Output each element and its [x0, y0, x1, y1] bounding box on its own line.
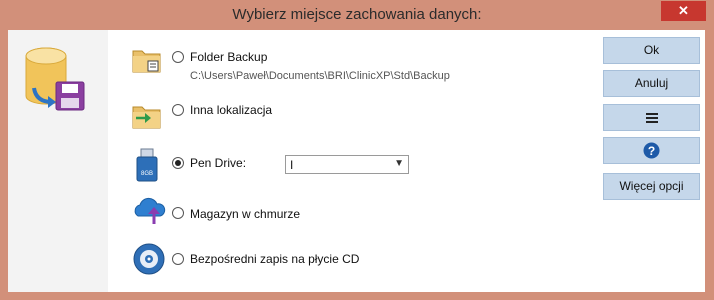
- svg-text:?: ?: [648, 144, 655, 158]
- menu-icon: [645, 112, 658, 123]
- more-options-button-label: Więcej opcji: [619, 179, 684, 193]
- help-icon: ?: [643, 142, 660, 159]
- ok-button-label: Ok: [643, 43, 660, 57]
- option-label-cd: Bezpośredni zapis na płycie CD: [190, 252, 360, 266]
- backup-path: C:\Users\Paweł\Documents\BRI\ClinicXP\St…: [190, 70, 450, 82]
- radio-inna-lokalizacja[interactable]: [172, 104, 184, 116]
- dialog-title: Wybierz miejsce zachowania danych:: [232, 6, 482, 23]
- title-bar: Wybierz miejsce zachowania danych: ✕: [0, 0, 714, 30]
- pen-drive-select-value: I: [290, 158, 294, 172]
- radio-magazyn[interactable]: [172, 207, 184, 219]
- cloud-upload-icon: [134, 197, 166, 224]
- chevron-down-icon: ▼: [394, 158, 404, 169]
- option-label-magazyn: Magazyn w chmurze: [190, 207, 301, 221]
- pen-drive-select[interactable]: I ▼: [285, 155, 409, 174]
- cd-icon: [133, 243, 165, 275]
- option-label-folder-backup: Folder Backup: [190, 50, 268, 64]
- help-button[interactable]: ?: [603, 137, 700, 164]
- dialog-window: Wybierz miejsce zachowania danych: ✕ Fol: [0, 0, 714, 300]
- close-icon: ✕: [678, 3, 689, 18]
- usb-drive-icon: 8GB: [136, 148, 158, 182]
- dialog-body: Folder Backup C:\Users\Paweł\Documents\B…: [8, 30, 705, 292]
- radio-pen-drive[interactable]: [172, 157, 184, 169]
- cancel-button-label: Anuluj: [634, 76, 669, 90]
- cancel-button[interactable]: Anuluj: [603, 70, 700, 97]
- radio-folder-backup[interactable]: [172, 51, 184, 63]
- folder-arrow-icon: [132, 106, 161, 129]
- menu-button[interactable]: [603, 104, 700, 131]
- folder-backup-icon: [132, 50, 161, 73]
- more-options-button[interactable]: Więcej opcji: [603, 173, 700, 200]
- radio-cd[interactable]: [172, 253, 184, 265]
- database-save-icon: [25, 47, 85, 111]
- option-label-pen-drive: Pen Drive:: [190, 156, 247, 170]
- left-panel: [8, 30, 108, 292]
- ok-button[interactable]: Ok: [603, 37, 700, 64]
- close-button[interactable]: ✕: [661, 1, 706, 21]
- svg-text:8GB: 8GB: [141, 171, 153, 177]
- option-label-inna-lokalizacja: Inna lokalizacja: [190, 103, 273, 117]
